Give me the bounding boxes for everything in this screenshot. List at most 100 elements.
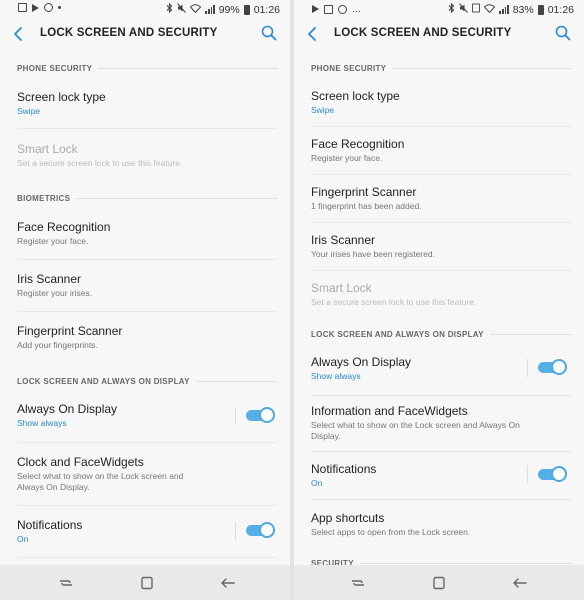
section-label: LOCK SCREEN AND ALWAYS ON DISPLAY [311, 329, 484, 339]
item-title: Notifications [17, 518, 83, 532]
fingerprint-scanner-item[interactable]: Fingerprint Scanner 1 fingerprint has be… [294, 177, 584, 223]
item-title: Always On Display [17, 402, 118, 416]
list-divider [311, 222, 572, 223]
item-value: On [311, 478, 323, 488]
item-title: Always On Display [311, 355, 412, 369]
list-divider [311, 451, 572, 452]
navigation-bar [0, 565, 290, 600]
notifications-item[interactable]: Notifications On [294, 455, 584, 501]
item-subtitle: Select apps to open from the Lock screen… [311, 527, 471, 537]
item-subtitle: 1 fingerprint has been added. [311, 201, 422, 211]
page-title: LOCK SCREEN AND SECURITY [334, 27, 512, 39]
item-title: Information and FaceWidgets [311, 404, 468, 418]
section-divider [98, 67, 278, 69]
section-divider [195, 380, 278, 382]
notifications-item[interactable]: Notifications On [0, 509, 290, 555]
right-phone-screen: ... 83% 01:26 LOCK SCREEN AND SECURITY P… [294, 0, 584, 600]
face-recognition-item[interactable]: Face Recognition Register your face. [0, 212, 290, 258]
signal-icon [499, 5, 509, 14]
item-title: Face Recognition [17, 220, 111, 234]
section-phone-security: PHONE SECURITY [17, 61, 278, 75]
app-bar: LOCK SCREEN AND SECURITY [0, 18, 290, 50]
item-subtitle: Register your face. [17, 236, 89, 246]
item-title: Screen lock type [311, 89, 400, 103]
section-phone-security: PHONE SECURITY [311, 61, 572, 75]
face-recognition-item[interactable]: Face Recognition Register your face. [294, 129, 584, 175]
status-bar: ... 83% 01:26 [294, 0, 584, 18]
iris-scanner-item[interactable]: Iris Scanner Your irises have been regis… [294, 225, 584, 271]
left-phone-screen: 99% 01:26 LOCK SCREEN AND SECURITY PHONE… [0, 0, 290, 600]
notifications-toggle[interactable] [538, 466, 567, 482]
item-value: Show always [17, 418, 67, 428]
always-on-display-toggle[interactable] [538, 359, 567, 375]
search-icon[interactable] [554, 24, 572, 42]
item-title: Fingerprint Scanner [17, 324, 123, 338]
item-value: On [17, 534, 29, 544]
list-divider [311, 270, 572, 271]
mute-icon [177, 3, 187, 16]
status-time: 01:26 [253, 3, 280, 16]
lte-icon [472, 3, 481, 16]
recents-icon[interactable] [56, 573, 76, 593]
app-shortcuts-item[interactable]: App shortcuts Select apps to open from t… [294, 503, 584, 549]
section-label: BIOMETRICS [17, 193, 71, 203]
clock-facewidgets-item[interactable]: Clock and FaceWidgets Select what to sho… [0, 446, 290, 504]
app-bar: LOCK SCREEN AND SECURITY [294, 18, 584, 50]
item-value: Swipe [17, 106, 41, 116]
back-arrow-icon[interactable] [305, 25, 321, 43]
section-lock-screen-aod: LOCK SCREEN AND ALWAYS ON DISPLAY [311, 327, 572, 341]
iris-scanner-item[interactable]: Iris Scanner Register your irises. [0, 264, 290, 310]
item-subtitle: Set a secure screen lock to use this fea… [311, 297, 477, 307]
screen-lock-type-item[interactable]: Screen lock type Swipe [0, 82, 290, 128]
more-notifications-text: ... [352, 3, 361, 15]
section-lock-screen-aod: LOCK SCREEN AND ALWAYS ON DISPLAY [17, 374, 278, 388]
battery-percent: 99% [218, 3, 240, 16]
nav-back-icon[interactable] [218, 573, 238, 593]
gallery-notification-icon [18, 3, 27, 12]
item-subtitle: Register your irises. [17, 288, 93, 298]
item-title: App shortcuts [311, 511, 385, 525]
list-divider [17, 259, 278, 260]
item-subtitle: Add your fingerprints. [17, 340, 98, 350]
screenshot-pair: 99% 01:26 LOCK SCREEN AND SECURITY PHONE… [0, 0, 584, 600]
home-icon[interactable] [137, 573, 157, 593]
smart-lock-item: Smart Lock Set a secure screen lock to u… [294, 273, 584, 319]
fingerprint-scanner-item[interactable]: Fingerprint Scanner Add your fingerprint… [0, 316, 290, 362]
status-bar: 99% 01:26 [0, 0, 290, 18]
signal-icon [205, 5, 215, 14]
app-notification-icon [338, 4, 347, 14]
section-divider [76, 197, 278, 199]
smart-lock-item: Smart Lock Set a secure screen lock to u… [0, 134, 290, 180]
always-on-display-item[interactable]: Always On Display Show always [294, 348, 584, 394]
section-label: PHONE SECURITY [17, 63, 93, 73]
section-divider [489, 333, 572, 335]
mute-icon [459, 3, 469, 16]
screen-lock-type-item[interactable]: Screen lock type Swipe [294, 81, 584, 127]
recents-icon[interactable] [348, 573, 368, 593]
item-title: Smart Lock [17, 142, 78, 156]
dnd-notification-icon [44, 3, 53, 12]
battery-icon [243, 4, 250, 15]
item-title: Screen lock type [17, 90, 106, 104]
always-on-display-item[interactable]: Always On Display Show always [0, 394, 290, 440]
home-icon[interactable] [429, 573, 449, 593]
item-value: Show always [311, 371, 361, 381]
toggle-separator [235, 522, 236, 540]
always-on-display-toggle[interactable] [246, 407, 275, 423]
navigation-bar [294, 565, 584, 600]
nav-back-icon[interactable] [510, 573, 530, 593]
item-title: Notifications [311, 462, 377, 476]
list-divider [17, 442, 278, 443]
wifi-icon [484, 3, 496, 16]
back-arrow-icon[interactable] [11, 25, 27, 43]
section-label: LOCK SCREEN AND ALWAYS ON DISPLAY [17, 376, 190, 386]
search-icon[interactable] [260, 24, 278, 42]
list-divider [311, 499, 572, 500]
item-subtitle: Select what to show on the Lock screen a… [17, 471, 184, 492]
notifications-toggle[interactable] [246, 522, 275, 538]
section-biometrics: BIOMETRICS [17, 191, 278, 205]
list-divider [17, 505, 278, 506]
section-label: PHONE SECURITY [311, 63, 387, 73]
information-facewidgets-item[interactable]: Information and FaceWidgets Select what … [294, 398, 584, 450]
play-notification-icon [32, 3, 39, 12]
